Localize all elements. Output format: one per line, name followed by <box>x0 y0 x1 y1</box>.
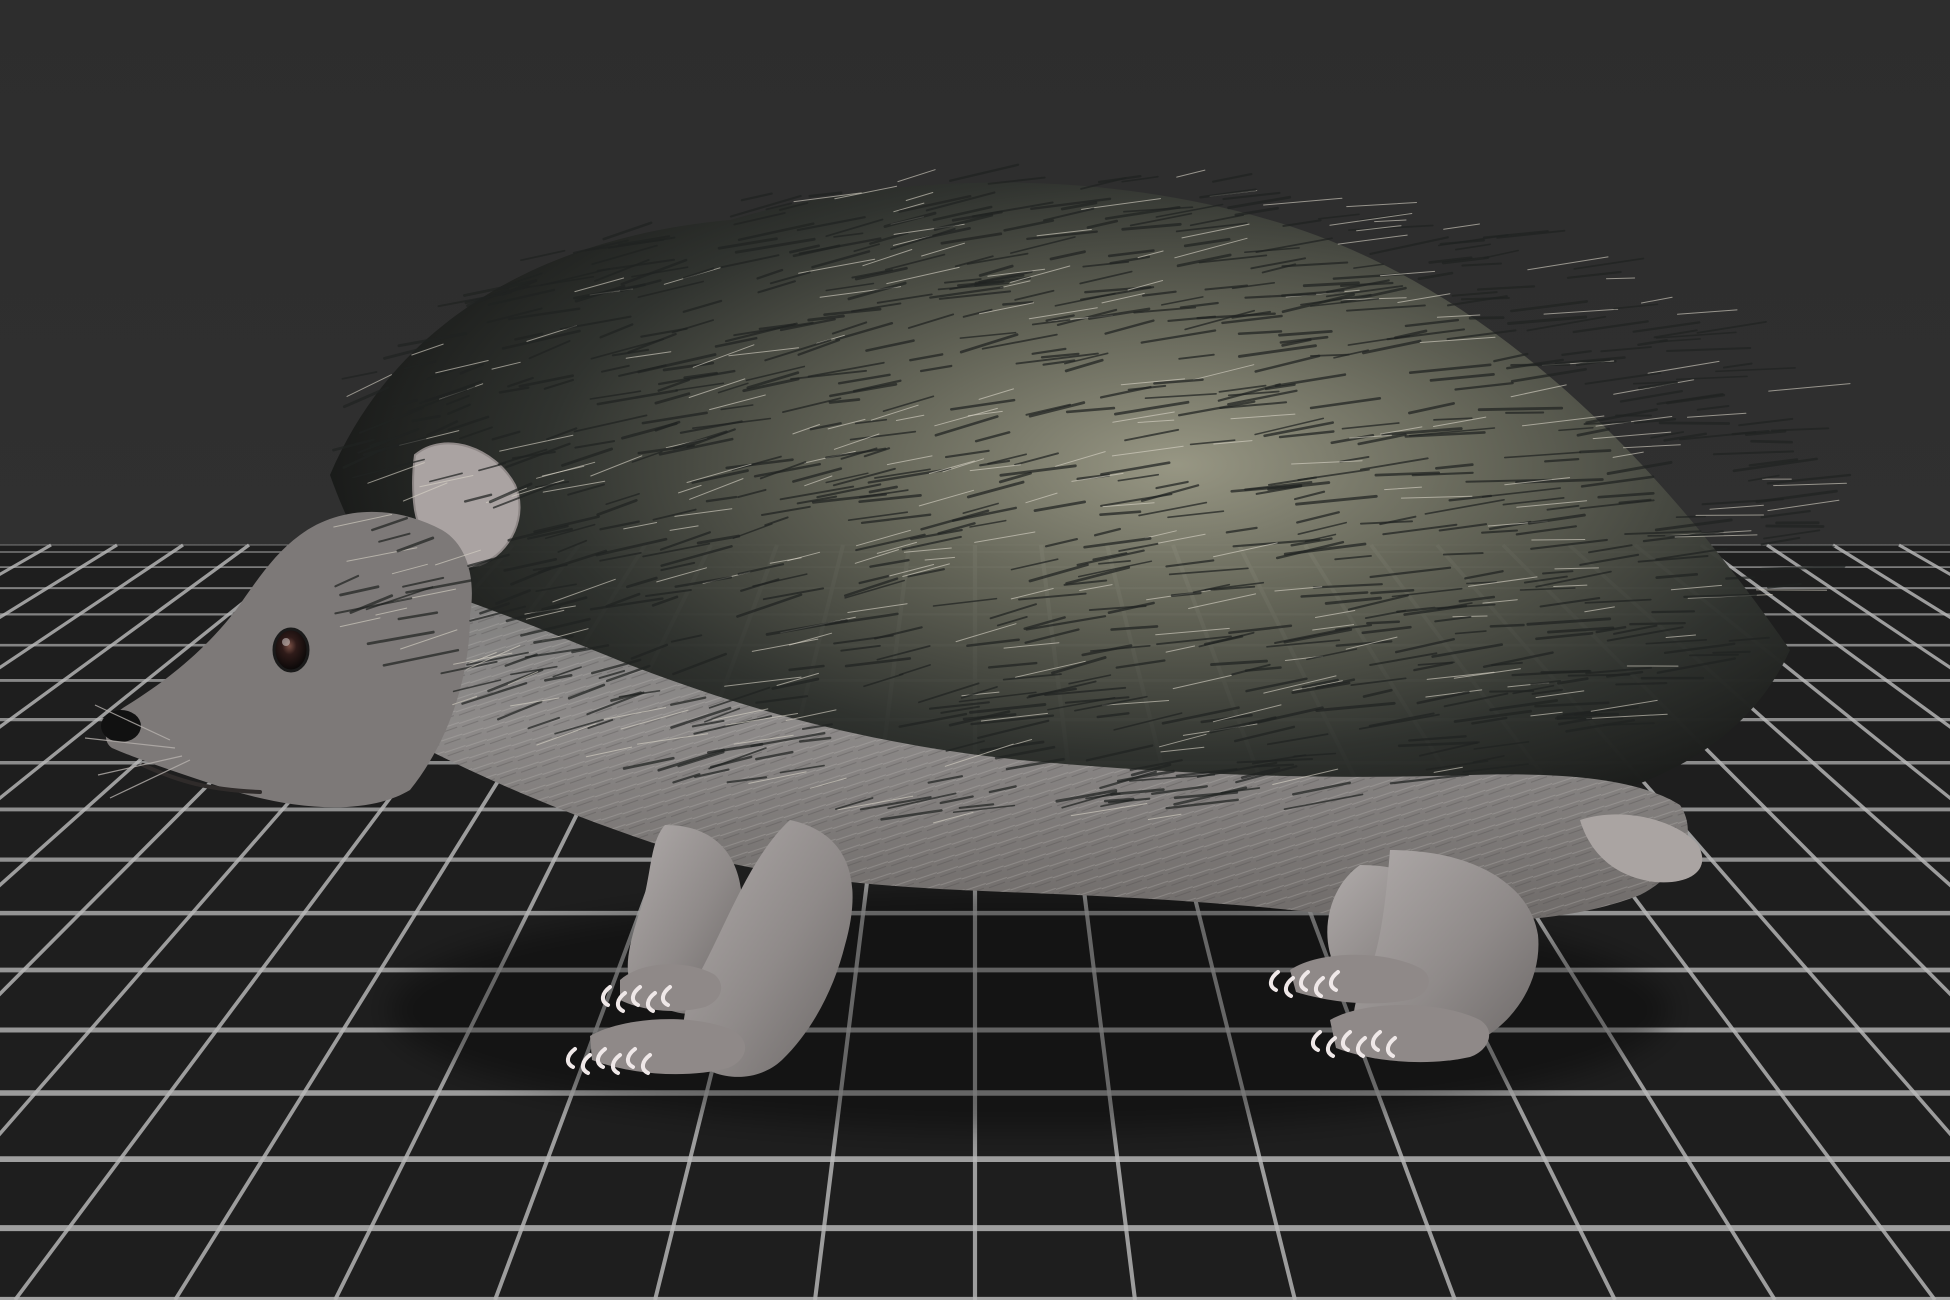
quill <box>1725 576 1756 580</box>
quill <box>1651 610 1696 614</box>
quill <box>1510 363 1571 367</box>
quill <box>1712 650 1751 654</box>
3d-viewport[interactable] <box>0 0 1950 1300</box>
quill <box>1489 623 1525 628</box>
nose <box>101 710 141 742</box>
quill <box>1675 515 1706 519</box>
hedgehog-render[interactable] <box>0 0 1950 1300</box>
quill <box>1540 669 1592 674</box>
quill <box>1615 682 1668 686</box>
quill <box>1750 439 1793 444</box>
quill <box>1531 539 1586 541</box>
quill <box>1468 316 1505 320</box>
quill <box>1477 406 1564 412</box>
quill <box>1579 449 1612 454</box>
quill <box>1366 620 1401 625</box>
quill <box>1765 524 1825 528</box>
quill <box>1489 690 1535 693</box>
quill <box>1606 277 1636 280</box>
quill <box>1658 421 1731 425</box>
eye <box>272 627 310 673</box>
quill <box>1629 621 1686 626</box>
quill <box>1689 653 1739 657</box>
eye-highlight <box>282 638 290 646</box>
